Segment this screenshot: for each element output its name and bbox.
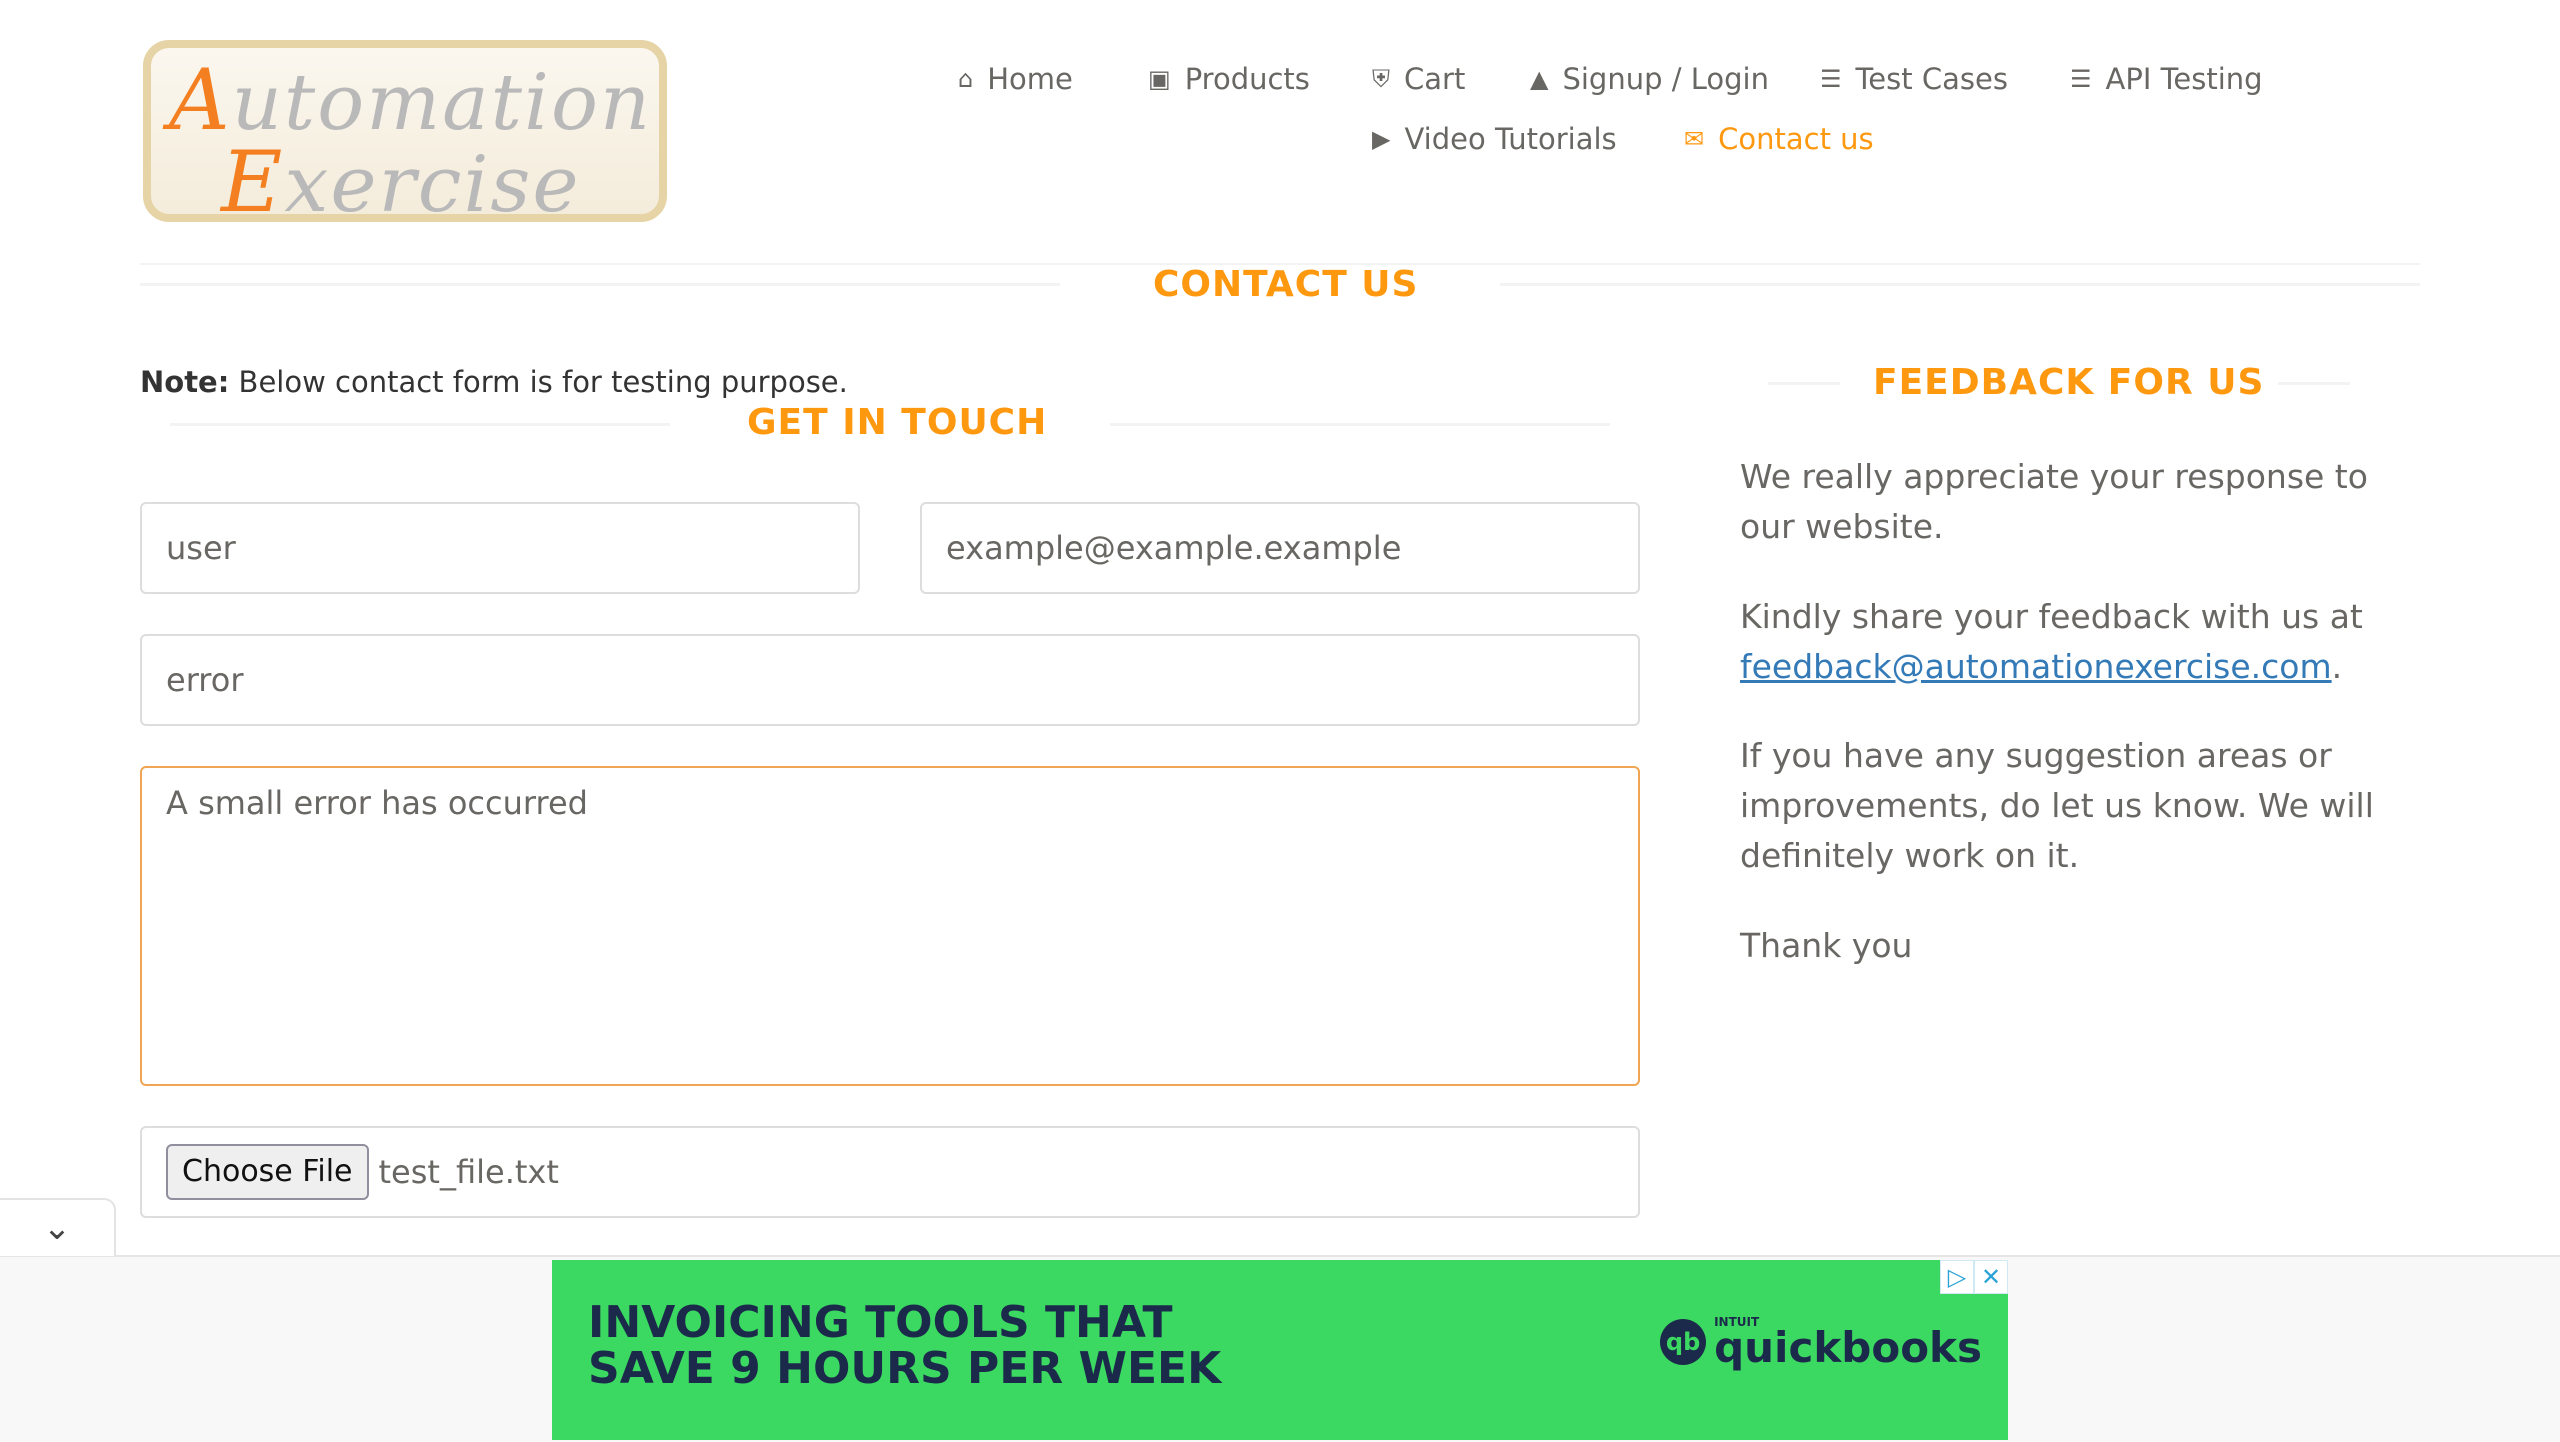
lock-icon: ▲ <box>1530 65 1549 93</box>
email-input[interactable]: example@example.example <box>920 502 1640 594</box>
ad-banner[interactable]: INVOICING TOOLS THAT SAVE 9 HOURS PER WE… <box>552 1260 2008 1440</box>
nav-test-cases[interactable]: ☰ Test Cases <box>1820 62 2008 96</box>
ad-headline: INVOICING TOOLS THAT SAVE 9 HOURS PER WE… <box>588 1297 1222 1394</box>
nav-video-tutorials[interactable]: ▶ Video Tutorials <box>1372 122 1617 156</box>
feedback-paragraph-1: We really appreciate your response to ou… <box>1740 457 2368 546</box>
nav-products[interactable]: ▣ Products <box>1148 62 1310 96</box>
briefcase-icon: ▣ <box>1148 65 1171 93</box>
ad-controls: ▷ ✕ <box>1940 1260 2008 1294</box>
file-name: test_file.txt <box>378 1153 559 1191</box>
feedback-paragraph-3: If you have any suggestion areas or impr… <box>1740 736 2374 875</box>
feedback-paragraph-4: Thank you <box>1740 926 1913 965</box>
feedback-email-link[interactable]: feedback@automationexercise.com <box>1740 647 2332 686</box>
ad-collapse-button[interactable]: ⌄ <box>0 1198 116 1256</box>
form-title-rule-left <box>170 423 670 426</box>
nav-contact-us[interactable]: ✉ Contact us <box>1684 122 1874 156</box>
feedback-paragraph-2: Kindly share your feedback with us at fe… <box>1740 597 2363 686</box>
name-input[interactable]: user <box>140 502 860 594</box>
list-icon: ☰ <box>2070 65 2092 93</box>
nav-home[interactable]: ⌂ Home <box>958 62 1073 96</box>
form-title-rule-right <box>1110 423 1610 426</box>
nav-cart[interactable]: ⛨ Cart <box>1372 62 1465 96</box>
logo-line-2: Exercise <box>221 133 581 231</box>
feedback-rule-right <box>2278 382 2350 385</box>
chevron-down-icon: ⌄ <box>42 1208 72 1248</box>
note-text: Note: Below contact form is for testing … <box>140 365 848 399</box>
feedback-title: FEEDBACK FOR US <box>1873 362 2265 403</box>
page-title: CONTACT US <box>1153 264 1419 305</box>
ad-brand-logo: qb INTUIT quickbooks <box>1660 1316 1982 1369</box>
title-rule-left <box>140 283 1060 286</box>
subject-input[interactable]: error <box>140 634 1640 726</box>
feedback-rule-left <box>1768 382 1840 385</box>
nav-api-testing[interactable]: ☰ API Testing <box>2070 62 2263 96</box>
nav-signup-login[interactable]: ▲ Signup / Login <box>1530 62 1769 96</box>
youtube-play-icon: ▶ <box>1372 125 1391 153</box>
site-logo[interactable]: Automation Exercise <box>143 40 667 231</box>
message-textarea[interactable]: A small error has occurred <box>140 766 1640 1086</box>
logo-line-1: Automation <box>169 51 653 149</box>
choose-file-button[interactable]: Choose File <box>166 1144 369 1200</box>
title-rule-right <box>1500 283 2420 286</box>
cart-icon: ⛨ <box>1372 65 1390 93</box>
form-title: GET IN TOUCH <box>747 402 1048 443</box>
file-upload[interactable]: Choose File test_file.txt <box>140 1126 1640 1218</box>
adchoices-icon[interactable]: ▷ <box>1940 1260 1974 1294</box>
quickbooks-icon: qb <box>1660 1319 1707 1365</box>
envelope-icon: ✉ <box>1684 125 1705 153</box>
home-icon: ⌂ <box>958 65 974 93</box>
close-icon[interactable]: ✕ <box>1974 1260 2008 1294</box>
list-icon: ☰ <box>1820 65 1842 93</box>
